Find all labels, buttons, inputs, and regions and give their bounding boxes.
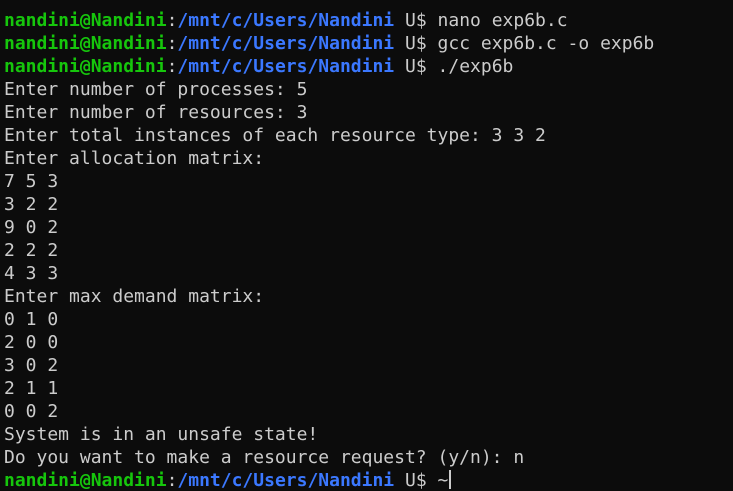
prompt-colon: : bbox=[166, 10, 178, 31]
command-text: ./exp6b bbox=[437, 56, 514, 77]
output-line: 2 0 0 bbox=[4, 332, 59, 353]
prompt-path: /mnt/c/Users/Nandini bbox=[177, 56, 395, 77]
output-line: Enter max demand matrix: bbox=[4, 286, 265, 307]
output-line: System is in an unsafe state! bbox=[4, 424, 319, 445]
prompt-user-host: nandini@Nandini bbox=[4, 470, 167, 491]
output-line: 3 0 2 bbox=[4, 355, 59, 376]
output-line: Enter number of processes: 5 bbox=[4, 79, 308, 100]
terminal-scrollback: nandini@Nandini:/mnt/c/Users/Nandini U$ … bbox=[4, 0, 733, 491]
output-line: 7 5 3 bbox=[4, 171, 59, 192]
command-text: nano exp6b.c bbox=[437, 10, 568, 31]
partial-line-fragment bbox=[4, 0, 15, 8]
prompt-symbol: U$ bbox=[394, 470, 438, 491]
prompt-line: nandini@Nandini:/mnt/c/Users/Nandini U$ … bbox=[4, 9, 733, 32]
output-line: 2 1 1 bbox=[4, 378, 59, 399]
output-line: 2 2 2 bbox=[4, 240, 59, 261]
output-line: Enter allocation matrix: bbox=[4, 148, 265, 169]
output-line: 9 0 2 bbox=[4, 217, 59, 238]
prompt-colon: : bbox=[166, 470, 178, 491]
output-line: 3 2 2 bbox=[4, 194, 59, 215]
output-line: 4 3 3 bbox=[4, 263, 59, 284]
output-line: 0 0 2 bbox=[4, 401, 59, 422]
output-line: Do you want to make a resource request? … bbox=[4, 447, 525, 468]
output-line: Enter number of resources: 3 bbox=[4, 102, 308, 123]
prompt-user-host: nandini@Nandini bbox=[4, 10, 167, 31]
partial-line bbox=[4, 0, 733, 9]
output-line: Enter total instances of each resource t… bbox=[4, 125, 546, 146]
prompt-user-host: nandini@Nandini bbox=[4, 33, 167, 54]
prompt-symbol: U$ bbox=[394, 33, 438, 54]
prompt-colon: : bbox=[166, 33, 178, 54]
prompt-path: /mnt/c/Users/Nandini bbox=[177, 470, 395, 491]
text-cursor bbox=[449, 470, 452, 489]
prompt-user-host: nandini@Nandini bbox=[4, 56, 167, 77]
terminal-window[interactable]: nandini@Nandini:/mnt/c/Users/Nandini U$ … bbox=[0, 0, 733, 491]
active-prompt-line[interactable]: nandini@Nandini:/mnt/c/Users/Nandini U$ … bbox=[4, 469, 733, 491]
prompt-symbol: U$ bbox=[394, 56, 438, 77]
output-line: 0 1 0 bbox=[4, 309, 59, 330]
prompt-path: /mnt/c/Users/Nandini bbox=[177, 10, 395, 31]
prompt-symbol: U$ bbox=[394, 10, 438, 31]
command-input[interactable]: ~ bbox=[438, 470, 449, 491]
prompt-line: nandini@Nandini:/mnt/c/Users/Nandini U$ … bbox=[4, 55, 733, 78]
prompt-colon: : bbox=[166, 56, 178, 77]
prompt-path: /mnt/c/Users/Nandini bbox=[177, 33, 395, 54]
command-text: gcc exp6b.c -o exp6b bbox=[437, 33, 655, 54]
prompt-line: nandini@Nandini:/mnt/c/Users/Nandini U$ … bbox=[4, 32, 733, 55]
